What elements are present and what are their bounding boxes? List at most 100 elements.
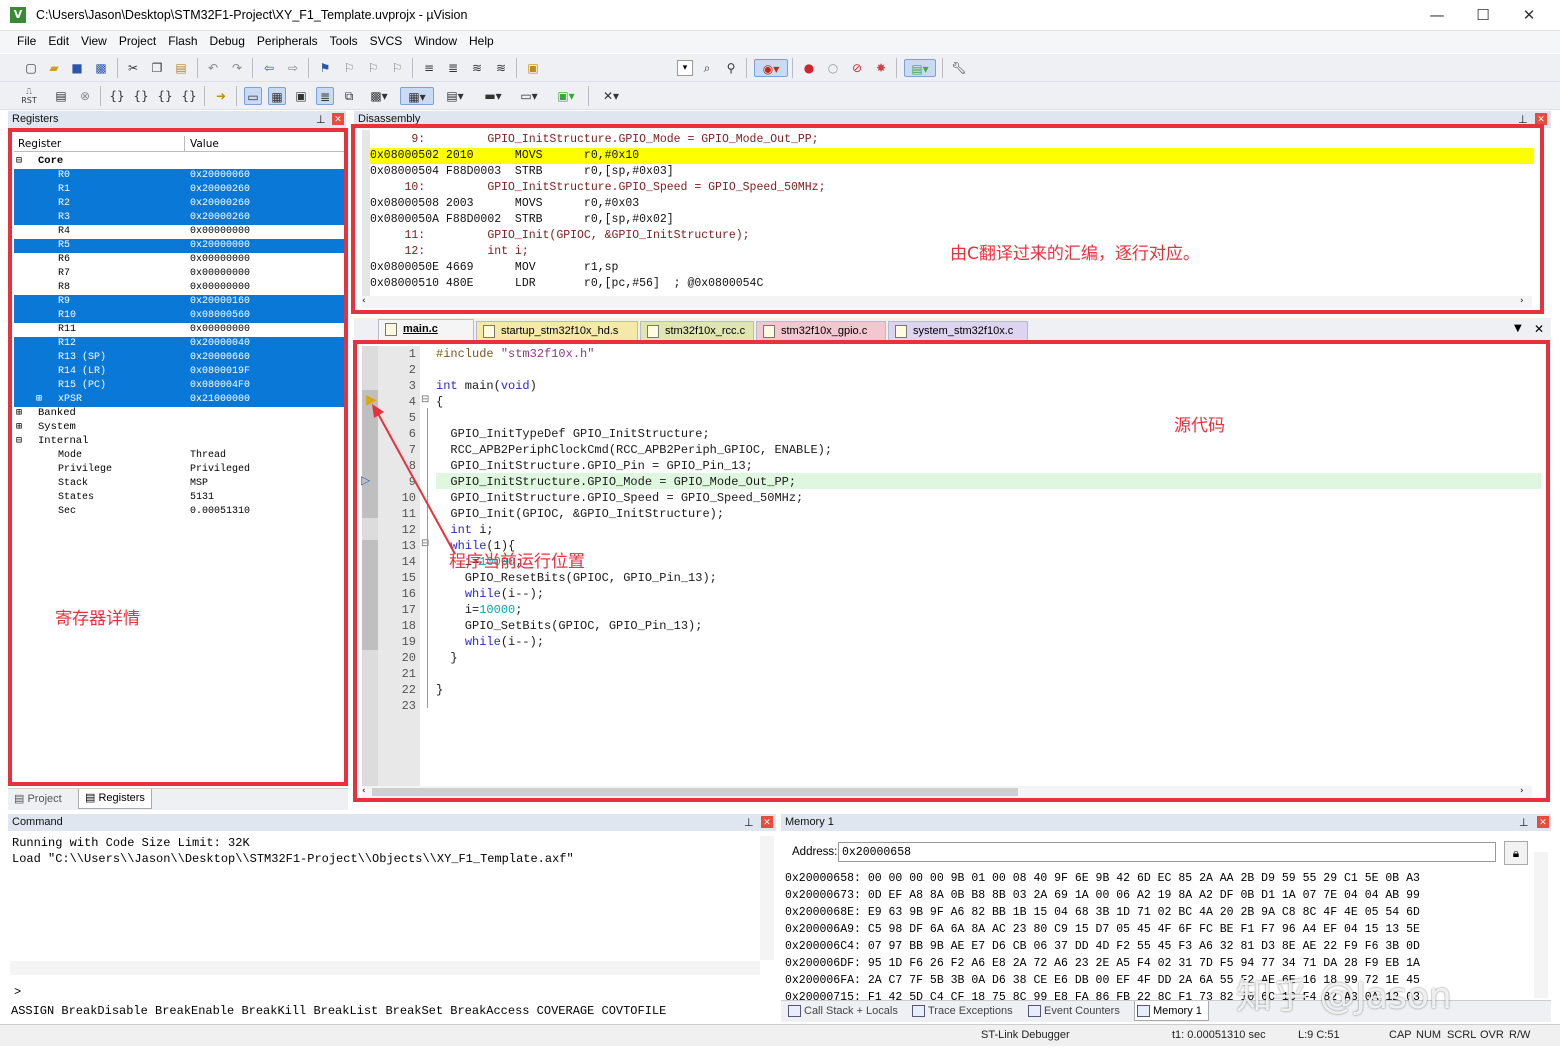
command-hscrollbar[interactable] (10, 961, 760, 975)
undo-icon[interactable]: ↶ (204, 59, 222, 77)
bottom-tab-event-counters[interactable]: Event Counters (1026, 1001, 1120, 1021)
window-layout-icon[interactable]: ▤▾ (904, 59, 936, 77)
register-row[interactable]: R5 0x20000000 (14, 239, 344, 253)
close-pane-icon[interactable]: ✕ (761, 816, 773, 828)
tab-list-dropdown[interactable]: ▼ (1514, 323, 1522, 334)
tree-expand-icon[interactable]: ⊟ (16, 435, 22, 447)
lock-icon[interactable]: 🔒︎ (1504, 841, 1528, 865)
cut-icon[interactable]: ✂ (124, 59, 142, 77)
close-pane-icon[interactable]: ✕ (332, 113, 344, 125)
code-line[interactable]: #include "stm32f10x.h" (436, 346, 594, 362)
register-row[interactable]: R8 0x00000000 (14, 281, 344, 295)
menu-svcs[interactable]: SVCS (364, 31, 409, 48)
register-value[interactable]: 0x20000260 (190, 197, 250, 211)
serial-window-icon[interactable]: ▤▾ (440, 87, 470, 105)
close-pane-icon[interactable]: ✕ (1535, 113, 1547, 125)
menu-edit[interactable]: Edit (42, 31, 75, 48)
uncomment-icon[interactable]: ≋ (492, 59, 510, 77)
comment-icon[interactable]: ≋ (468, 59, 486, 77)
code-line[interactable]: } (436, 682, 443, 698)
tab-stm32f10x-gpio-c[interactable]: stm32f10x_gpio.c (756, 321, 886, 341)
run-icon[interactable]: ▤ (52, 87, 70, 105)
minimize-button[interactable]: — (1414, 0, 1460, 31)
system-viewer-icon[interactable]: ▣▾ (551, 87, 581, 105)
registers-window-icon[interactable]: ≣ (316, 87, 334, 105)
register-group-label[interactable]: Internal (38, 435, 88, 447)
disassembly-instruction-line[interactable]: 0x0800050A F88D0002 STRB r0,[sp,#0x02] (370, 212, 1534, 228)
register-row[interactable]: Privilege Privileged (14, 463, 344, 477)
disassembly-instruction-line[interactable]: 0x08000502 2010 MOVS r0,#0x10 (370, 148, 1534, 164)
register-row[interactable]: Mode Thread (14, 449, 344, 463)
memory-window-icon[interactable]: ▦▾ (400, 87, 434, 105)
register-row[interactable]: xPSR 0x21000000 ⊞ (14, 393, 344, 407)
tab-stm32f10x-rcc-c[interactable]: stm32f10x_rcc.c (640, 321, 754, 341)
register-value[interactable]: 0x20000060 (190, 169, 250, 183)
register-value[interactable]: MSP (190, 477, 208, 491)
register-value[interactable]: 0x20000260 (190, 211, 250, 225)
core-group-label[interactable]: Core (38, 155, 63, 167)
register-row[interactable]: R15 (PC) 0x080004F0 (14, 379, 344, 393)
memory-row[interactable]: 0x2000068E: E9 63 9B 9F A6 82 BB 1B 15 0… (785, 904, 1420, 921)
trace-window-icon[interactable]: ▭▾ (514, 87, 544, 105)
close-window-button[interactable]: ✕ (1506, 0, 1552, 31)
find-in-files-icon[interactable]: ▣ (524, 59, 542, 77)
step-out-icon[interactable]: {} (156, 87, 174, 105)
register-value[interactable]: 0x00000000 (190, 323, 250, 337)
enable-breakpoint-icon[interactable]: ○ (824, 59, 842, 77)
disassembly-instruction-line[interactable]: 0x08000504 F88D0003 STRB r0,[sp,#0x03] (370, 164, 1534, 180)
clear-bookmarks-icon[interactable]: ⚐ (388, 59, 406, 77)
memory-row[interactable]: 0x200006A9: C5 98 DF 6A 6A 8A AC 23 80 C… (785, 921, 1420, 938)
bottom-tab-call-stack-locals[interactable]: Call Stack + Locals (786, 1001, 898, 1021)
register-row[interactable]: Sec 0.00051310 (14, 505, 344, 519)
indent-icon[interactable]: ≡ (420, 59, 438, 77)
configure-icon[interactable]: 🔧︎ (950, 59, 968, 77)
pin-icon[interactable]: ⊥ (316, 113, 326, 126)
column-value[interactable]: Value (190, 138, 219, 150)
tree-expand-icon[interactable]: ⊞ (36, 393, 42, 407)
tree-expand-icon[interactable]: ⊞ (16, 407, 22, 419)
memory-row[interactable]: 0x20000658: 00 00 00 00 9B 01 00 08 40 9… (785, 870, 1420, 887)
code-line[interactable]: } (436, 650, 457, 666)
analysis-window-icon[interactable]: ▬▾ (478, 87, 508, 105)
redo-icon[interactable]: ↷ (228, 59, 246, 77)
show-next-statement-icon[interactable]: ➜ (212, 87, 230, 105)
register-value[interactable]: 0x20000000 (190, 239, 250, 253)
disassembly-window-icon[interactable]: ▦ (268, 87, 286, 105)
code-line[interactable]: RCC_APB2PeriphClockCmd(RCC_APB2Periph_GP… (436, 442, 832, 458)
navigate-forward-icon[interactable]: ⇨ (284, 59, 302, 77)
code-line[interactable]: int main(void) (436, 378, 537, 394)
toolbox-icon[interactable]: ✕▾ (596, 87, 626, 105)
menu-window[interactable]: Window (408, 31, 463, 48)
paste-icon[interactable]: ▤ (172, 59, 190, 77)
register-row[interactable]: R0 0x20000060 (14, 169, 344, 183)
register-row[interactable]: R12 0x20000040 (14, 337, 344, 351)
search-combo-dropdown[interactable]: ▾ (677, 60, 693, 76)
save-icon[interactable]: ■ (68, 59, 86, 77)
register-row[interactable]: R7 0x00000000 (14, 267, 344, 281)
find-icon[interactable]: ⌕ (698, 59, 716, 77)
watch-window-icon[interactable]: ▩▾ (364, 87, 394, 105)
register-value[interactable]: 0x00000000 (190, 267, 250, 281)
register-row[interactable]: R9 0x20000160 (14, 295, 344, 309)
next-bookmark-icon[interactable]: ⚐ (364, 59, 382, 77)
save-all-icon[interactable]: ▩ (92, 59, 110, 77)
register-row[interactable]: R10 0x08000560 (14, 309, 344, 323)
register-row[interactable]: States 5131 (14, 491, 344, 505)
menu-tools[interactable]: Tools (324, 31, 364, 48)
code-line[interactable]: while(i--); (436, 634, 544, 650)
step-into-icon[interactable]: {} (108, 87, 126, 105)
register-row[interactable]: R13 (SP) 0x20000660 (14, 351, 344, 365)
symbols-window-icon[interactable]: ▣ (292, 87, 310, 105)
tab-registers[interactable]: ▤ Registers (78, 789, 152, 809)
copy-icon[interactable]: ❐ (148, 59, 166, 77)
register-value[interactable]: 5131 (190, 491, 214, 505)
register-value[interactable]: 0x21000000 (190, 393, 250, 407)
menu-view[interactable]: View (75, 31, 113, 48)
maximize-button[interactable]: ☐ (1460, 0, 1506, 31)
disable-breakpoints-icon[interactable]: ⊘ (848, 59, 866, 77)
code-line[interactable]: GPIO_InitStructure.GPIO_Pin = GPIO_Pin_1… (436, 458, 752, 474)
code-line[interactable]: GPIO_InitStructure.GPIO_Mode = GPIO_Mode… (436, 474, 796, 490)
register-value[interactable]: 0x20000660 (190, 351, 250, 365)
disassembly-source-line[interactable]: 10: GPIO_InitStructure.GPIO_Speed = GPIO… (370, 180, 1534, 196)
disassembly-instruction-line[interactable]: 0x08000508 2003 MOVS r0,#0x03 (370, 196, 1534, 212)
